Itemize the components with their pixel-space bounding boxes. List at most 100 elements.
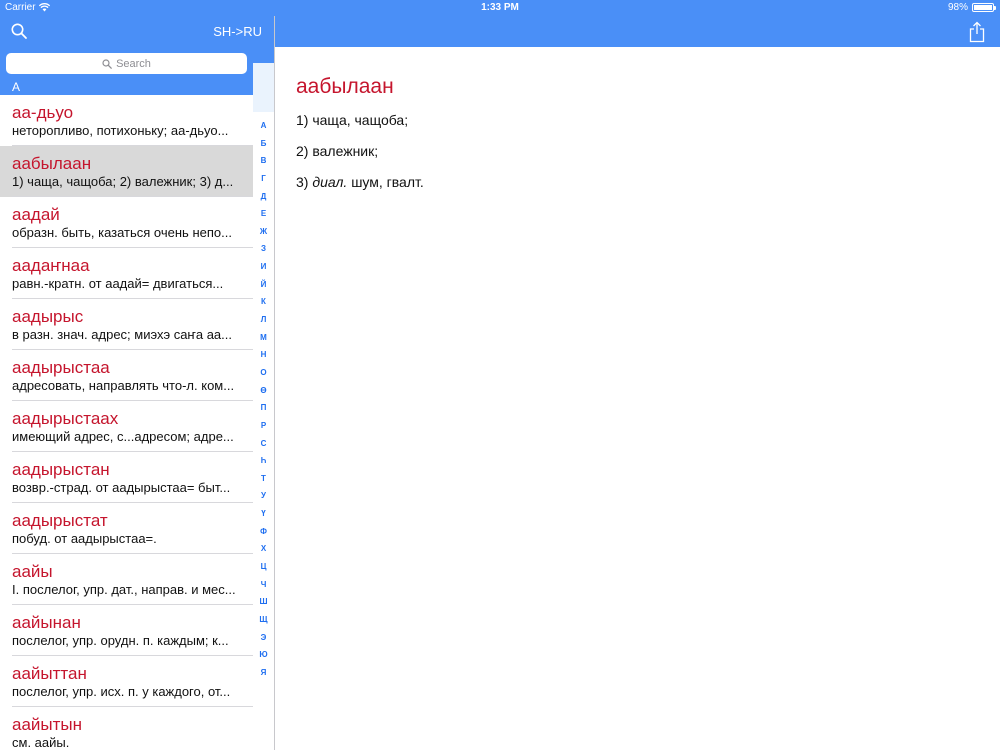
entry-word: аайынан (12, 613, 81, 632)
index-letter[interactable]: Т (261, 470, 266, 488)
list-item[interactable]: аадаҥнаа равн.-кратн. от аадай= двигаться… (0, 248, 253, 299)
entry-word: аадай (12, 205, 60, 224)
list-item[interactable]: аайыттан послелог, упр. исх. п. у каждого… (0, 656, 253, 707)
sense-text: валежник; (312, 143, 379, 159)
index-letter[interactable]: Й (261, 276, 267, 294)
index-letter[interactable]: Ц (261, 558, 267, 576)
index-letter[interactable]: Н (261, 346, 267, 364)
entry-summary: неторопливо, потихоньку; аа-дьуо... (12, 123, 229, 138)
search-field-icon (102, 58, 112, 69)
index-letter[interactable]: Р (261, 417, 266, 435)
section-header: А (0, 79, 253, 95)
entry-detail: аабылаан 1) чаща, чащоба; 2) валежник; 3) … (275, 47, 1000, 189)
index-letter[interactable]: О (260, 364, 266, 382)
headword: аабылаан (296, 75, 394, 98)
index-letter[interactable]: Л (261, 311, 267, 329)
index-letter[interactable]: Д (261, 188, 267, 206)
index-letter[interactable]: С (261, 435, 267, 453)
list-item[interactable]: аайынан послелог, упр. орудн. п. каждым; … (0, 605, 253, 656)
share-icon[interactable] (968, 21, 986, 43)
list-item[interactable]: аа-дьуо неторопливо, потихоньку; аа-дьуо.… (0, 95, 253, 146)
index-letter[interactable]: Э (261, 629, 267, 647)
list-item[interactable]: аадырыс в разн. знач. адрес; миэхэ саҥа а… (0, 299, 253, 350)
alphabet-index[interactable]: АБВГДЕЖЗИЙКЛМНОӨПРСҺТУҮФХЦЧШЩЭЮЯ (253, 117, 274, 682)
search-area: Search (0, 47, 274, 79)
list-item[interactable]: аадырыстаах имеющий адрес, с...адресом; а… (0, 401, 253, 452)
entry-summary: образн. быть, казаться очень непо... (12, 225, 232, 240)
index-letter[interactable]: И (261, 258, 267, 276)
index-letter[interactable]: Г (261, 170, 266, 188)
clock: 1:33 PM (481, 2, 519, 13)
entry-word: аадаҥнаа (12, 256, 90, 275)
entry-summary: имеющий адрес, с...адресом; адре... (12, 429, 234, 444)
entry-summary: адресовать, направлять что-л. ком... (12, 378, 235, 393)
status-bar: Carrier 1:33 PM 98% (0, 0, 1000, 16)
search-input[interactable]: Search (6, 53, 247, 74)
index-letter[interactable]: К (261, 293, 266, 311)
index-letter[interactable]: Щ (259, 611, 267, 629)
entry-summary: побуд. от аадырыстаа=. (12, 531, 157, 546)
master-nav-bar: SH->RU (0, 16, 274, 47)
detail-nav-bar (275, 16, 1000, 47)
list-item[interactable]: аадай образн. быть, казаться очень непо..… (0, 197, 253, 248)
search-placeholder: Search (116, 57, 151, 70)
sense-list: 1) чаща, чащоба; 2) валежник; 3) диал. шум… (296, 113, 1000, 189)
sense-text: чаща, чащоба; (312, 112, 409, 128)
battery-info: 98% (947, 2, 996, 13)
index-letter[interactable]: Ч (261, 576, 267, 594)
index-letter[interactable]: А (261, 117, 267, 135)
list-item[interactable]: аабылаан 1) чаща, чащоба; 2) валежник; 3)… (0, 146, 253, 197)
index-letter[interactable]: Һ (261, 452, 267, 470)
entry-word: аайытын (12, 715, 83, 734)
entry-word: аайыттан (12, 664, 87, 683)
entry-summary: послелог, упр. исх. п. у каждого, от... (12, 684, 231, 699)
entry-word: аа-дьуо (12, 103, 74, 122)
battery-icon (972, 3, 996, 12)
sense-number: 3) (296, 174, 309, 190)
sense: 2) валежник; (296, 144, 1000, 158)
index-letter[interactable]: М (260, 329, 267, 347)
index-letter[interactable]: У (261, 487, 266, 505)
index-letter[interactable]: Ш (259, 593, 267, 611)
entry-summary: равн.-кратн. от аадай= двигаться... (12, 276, 224, 291)
list-item[interactable]: аайытын см. аайы. (0, 707, 253, 750)
entry-summary: возвр.-страд. от аадырыстаа= быт... (12, 480, 231, 495)
index-letter[interactable]: Ү (261, 505, 265, 523)
index-letter[interactable]: Я (261, 664, 267, 682)
list-item[interactable]: аадырыстаа адресовать, направлять что-л. … (0, 350, 253, 401)
index-letter[interactable]: Х (261, 540, 266, 558)
sense-number: 2) (296, 143, 309, 159)
entry-word: аадырыстат (12, 511, 108, 530)
entry-summary: I. послелог, упр. дат., направ. и мес... (12, 582, 236, 597)
entry-word: аадырыс (12, 307, 84, 326)
direction-toggle-button[interactable]: SH->RU (213, 24, 262, 39)
entry-word: аадырыстан (12, 460, 110, 479)
entry-word: аадырыстаа (12, 358, 110, 377)
index-letter[interactable]: Ф (260, 523, 267, 541)
index-letter[interactable]: Б (261, 135, 267, 153)
index-letter[interactable]: Ю (259, 646, 267, 664)
master-pane: SH->RU Search А аа-дьуо неторопливо, поти… (0, 16, 275, 750)
entry-summary: послелог, упр. орудн. п. каждым; к... (12, 633, 229, 648)
sense-number: 1) (296, 112, 309, 128)
index-letter[interactable]: В (261, 152, 267, 170)
entry-word: аадырыстаах (12, 409, 119, 428)
sense: 3) диал. шум, гвалт. (296, 175, 1000, 189)
index-letter[interactable]: З (261, 240, 266, 258)
entry-summary: 1) чаща, чащоба; 2) валежник; 3) д... (12, 174, 234, 189)
battery-percent: 98% (947, 2, 968, 13)
entry-summary: в разн. знач. адрес; миэхэ саҥа аа... (12, 327, 232, 342)
detail-pane: аабылаан 1) чаща, чащоба; 2) валежник; 3) … (275, 16, 1000, 750)
list-item[interactable]: аадырыстан возвр.-страд. от аадырыстаа= б… (0, 452, 253, 503)
index-letter[interactable]: Е (261, 205, 266, 223)
list-item[interactable]: аайы I. послелог, упр. дат., направ. и ме… (0, 554, 253, 605)
index-strip-background (253, 63, 274, 112)
entry-list[interactable]: аа-дьуо неторопливо, потихоньку; аа-дьуо.… (0, 95, 253, 750)
search-icon[interactable] (10, 22, 28, 40)
index-letter[interactable]: Ж (260, 223, 267, 241)
list-item[interactable]: аадырыстат побуд. от аадырыстаа=. (0, 503, 253, 554)
entry-word: аабылаан (12, 154, 92, 173)
index-letter[interactable]: П (261, 399, 267, 417)
index-letter[interactable]: Ө (260, 382, 266, 400)
sense-text: шум, гвалт. (351, 174, 424, 190)
